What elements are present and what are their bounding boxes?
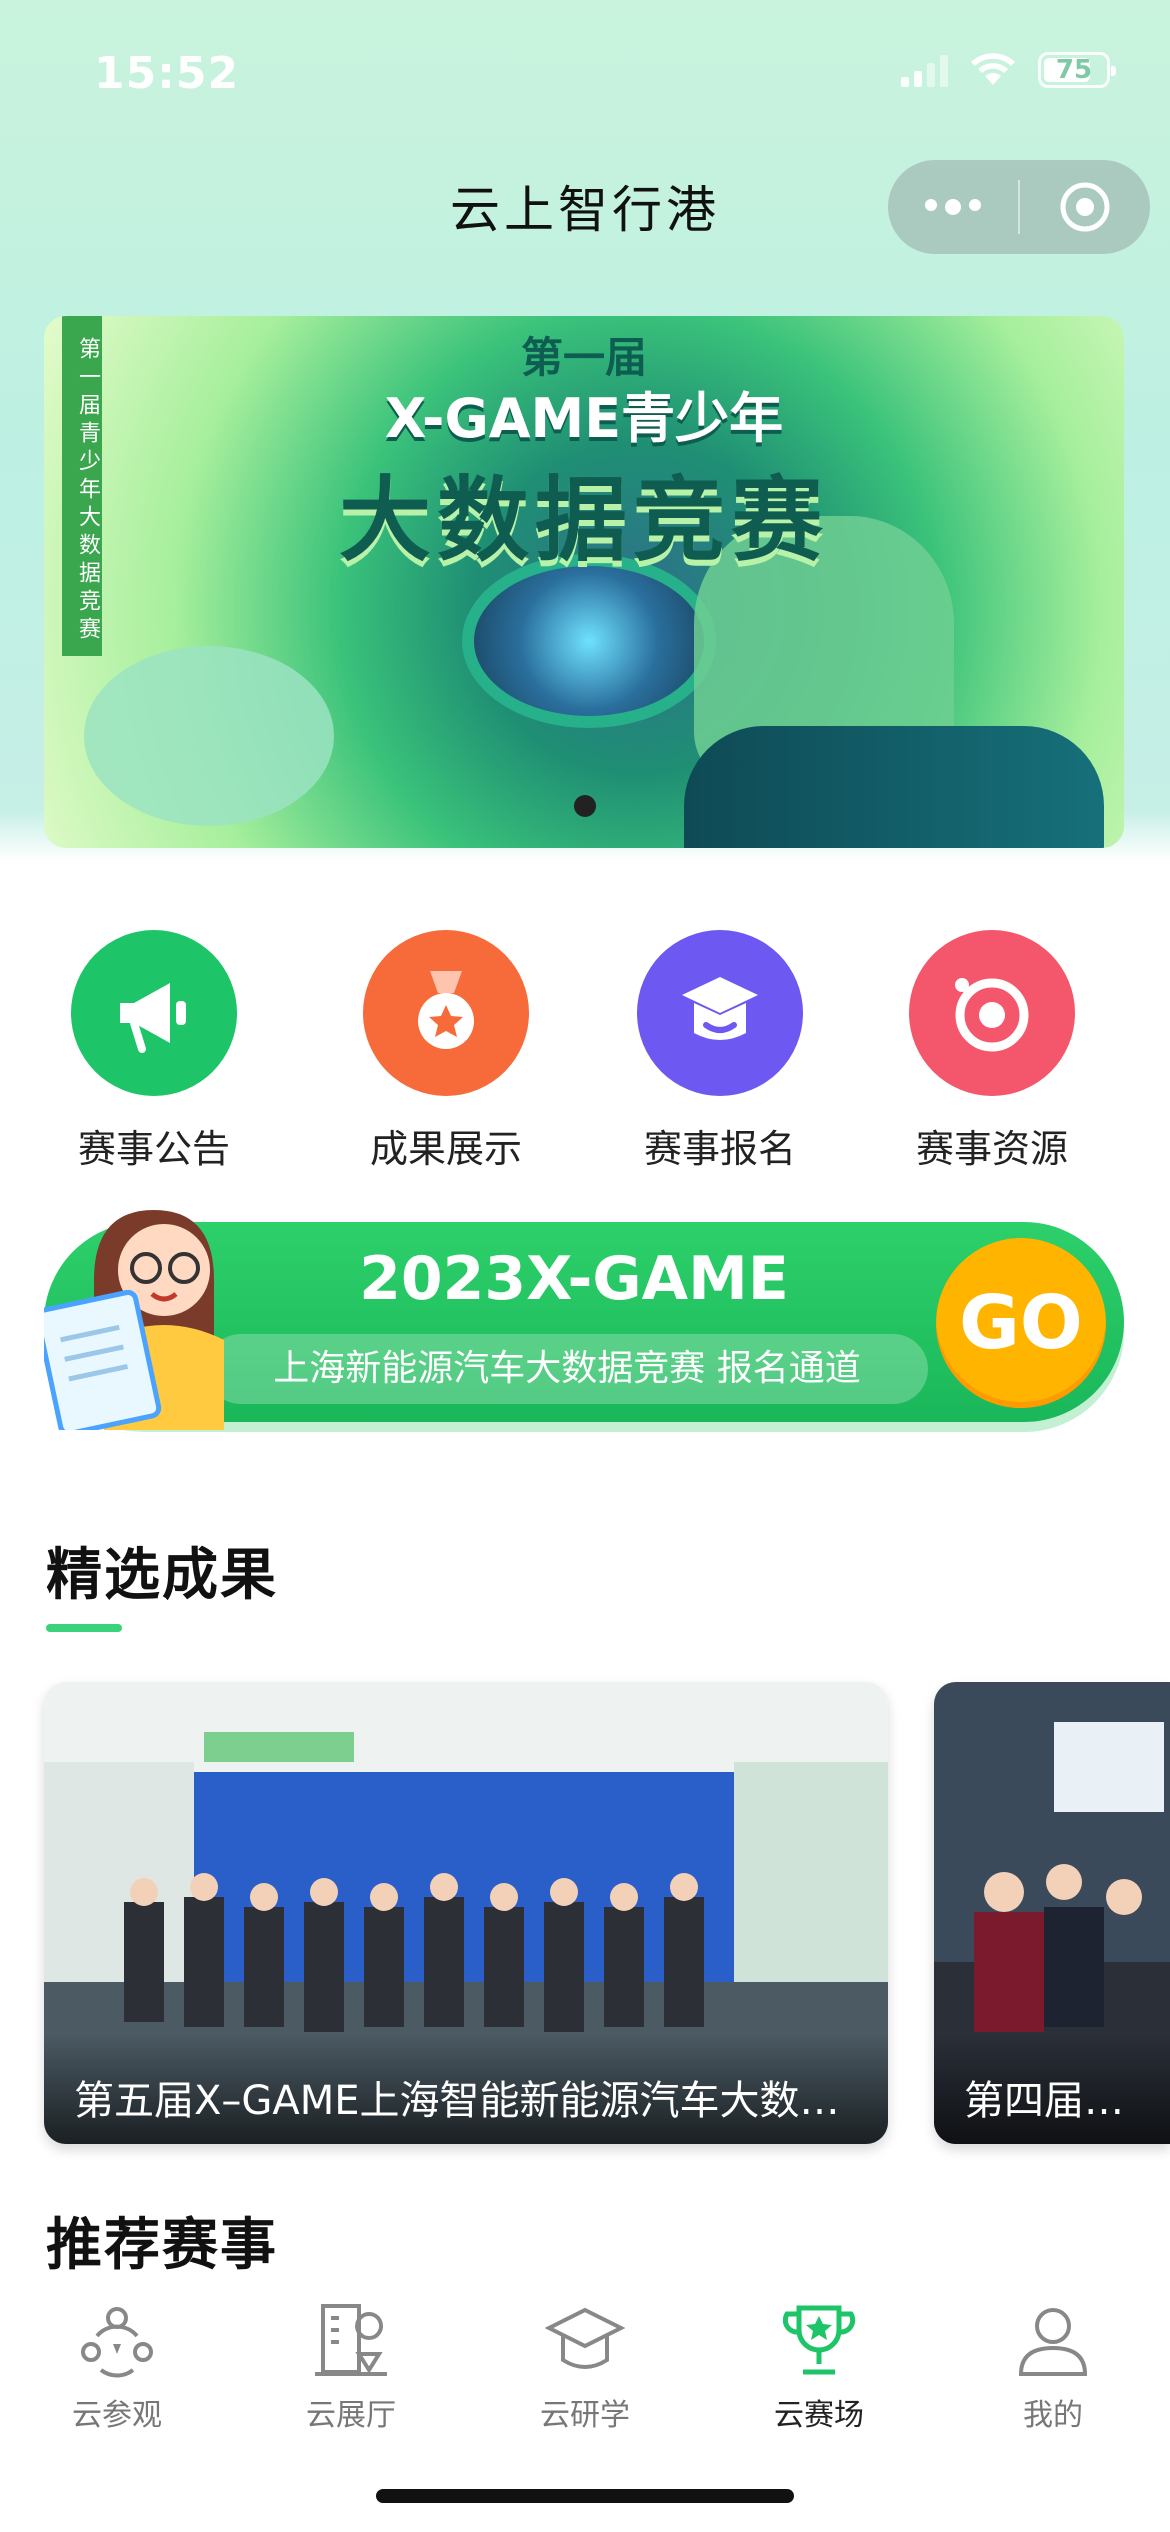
tab-tour[interactable]: 云参观	[0, 2300, 234, 2434]
profile-icon	[1018, 2308, 1088, 2376]
section-underline	[46, 1624, 122, 1632]
cellular-signal-icon	[901, 53, 948, 87]
home-indicator[interactable]	[376, 2489, 794, 2503]
card-caption: 第五届X–GAME上海智能新能源汽车大数据竞赛	[74, 2078, 868, 2124]
astronaut-illustration	[84, 646, 334, 826]
orb-illustration	[474, 566, 704, 716]
quick-action-register[interactable]: 赛事报名	[610, 930, 830, 1173]
promo-subtitle: 上海新能源汽车大数据竞赛 报名通道	[206, 1334, 928, 1404]
status-bar: 15:52 75	[0, 0, 1170, 150]
tab-exhibition[interactable]: 云展厅	[234, 2300, 468, 2434]
study-cap-icon	[544, 2307, 626, 2369]
featured-card[interactable]: 第四届X–GAME	[934, 1682, 1170, 2144]
quick-action-resources[interactable]: 赛事资源	[882, 930, 1102, 1173]
tab-label: 云展厅	[306, 2398, 396, 2433]
car-illustration	[684, 726, 1104, 848]
carousel-indicator[interactable]	[574, 795, 596, 817]
quick-action-label: 赛事报名	[643, 1127, 796, 1171]
quick-action-label: 成果展示	[369, 1127, 522, 1171]
quick-action-label: 赛事资源	[915, 1127, 1068, 1171]
card-caption-bar: 第四届X–GAME	[934, 2034, 1170, 2144]
exhibition-icon	[315, 2304, 387, 2376]
tab-label: 我的	[1023, 2398, 1083, 2433]
close-miniapp-button[interactable]	[1020, 179, 1150, 235]
section-title-featured: 精选成果	[46, 1543, 278, 1608]
featured-card[interactable]: 第五届X–GAME上海智能新能源汽车大数据竞赛	[44, 1682, 888, 2144]
banner-line-2: X-GAME青少年	[384, 387, 784, 450]
girl-clipboard-illustration	[44, 1210, 224, 1430]
tab-label: 云研学	[540, 2398, 630, 2433]
card-caption: 第四届X–GAME	[964, 2078, 1150, 2124]
hero-banner[interactable]: 第一届青少年大数据竞赛 第一届 X-GAME青少年 大数据竞赛	[44, 316, 1124, 848]
go-button[interactable]: GO	[936, 1238, 1106, 1408]
tab-profile[interactable]: 我的	[936, 2300, 1170, 2434]
tab-label: 云参观	[72, 2398, 162, 2433]
graduation-cap-icon	[637, 930, 803, 1096]
tour-icon	[81, 2307, 153, 2378]
tab-study[interactable]: 云研学	[468, 2300, 702, 2434]
tab-label: 云赛场	[774, 2398, 864, 2433]
tab-arena[interactable]: 云赛场	[702, 2300, 936, 2434]
battery-icon: 75	[1038, 52, 1116, 88]
status-time: 15:52	[94, 48, 240, 99]
wifi-icon	[971, 53, 1015, 85]
status-icons: 75	[901, 52, 1116, 88]
quick-actions: 赛事公告 成果展示 赛事报名 赛事资源	[0, 930, 1170, 1173]
close-target-icon	[1060, 182, 1110, 232]
medal-icon	[363, 930, 529, 1096]
banner-line-3: 大数据竞赛	[338, 467, 829, 574]
quick-action-results[interactable]: 成果展示	[336, 930, 556, 1173]
quick-action-label: 赛事公告	[77, 1127, 230, 1171]
quick-action-announcement[interactable]: 赛事公告	[44, 930, 264, 1173]
card-caption-bar: 第五届X–GAME上海智能新能源汽车大数据竞赛	[44, 2034, 888, 2144]
battery-level: 75	[1055, 55, 1093, 85]
target-icon	[909, 930, 1075, 1096]
miniapp-capsule	[888, 160, 1150, 254]
section-title-recommended: 推荐赛事	[46, 2213, 278, 2278]
trophy-icon	[782, 2305, 856, 2375]
more-options-button[interactable]	[888, 199, 1018, 215]
megaphone-icon	[71, 930, 237, 1096]
